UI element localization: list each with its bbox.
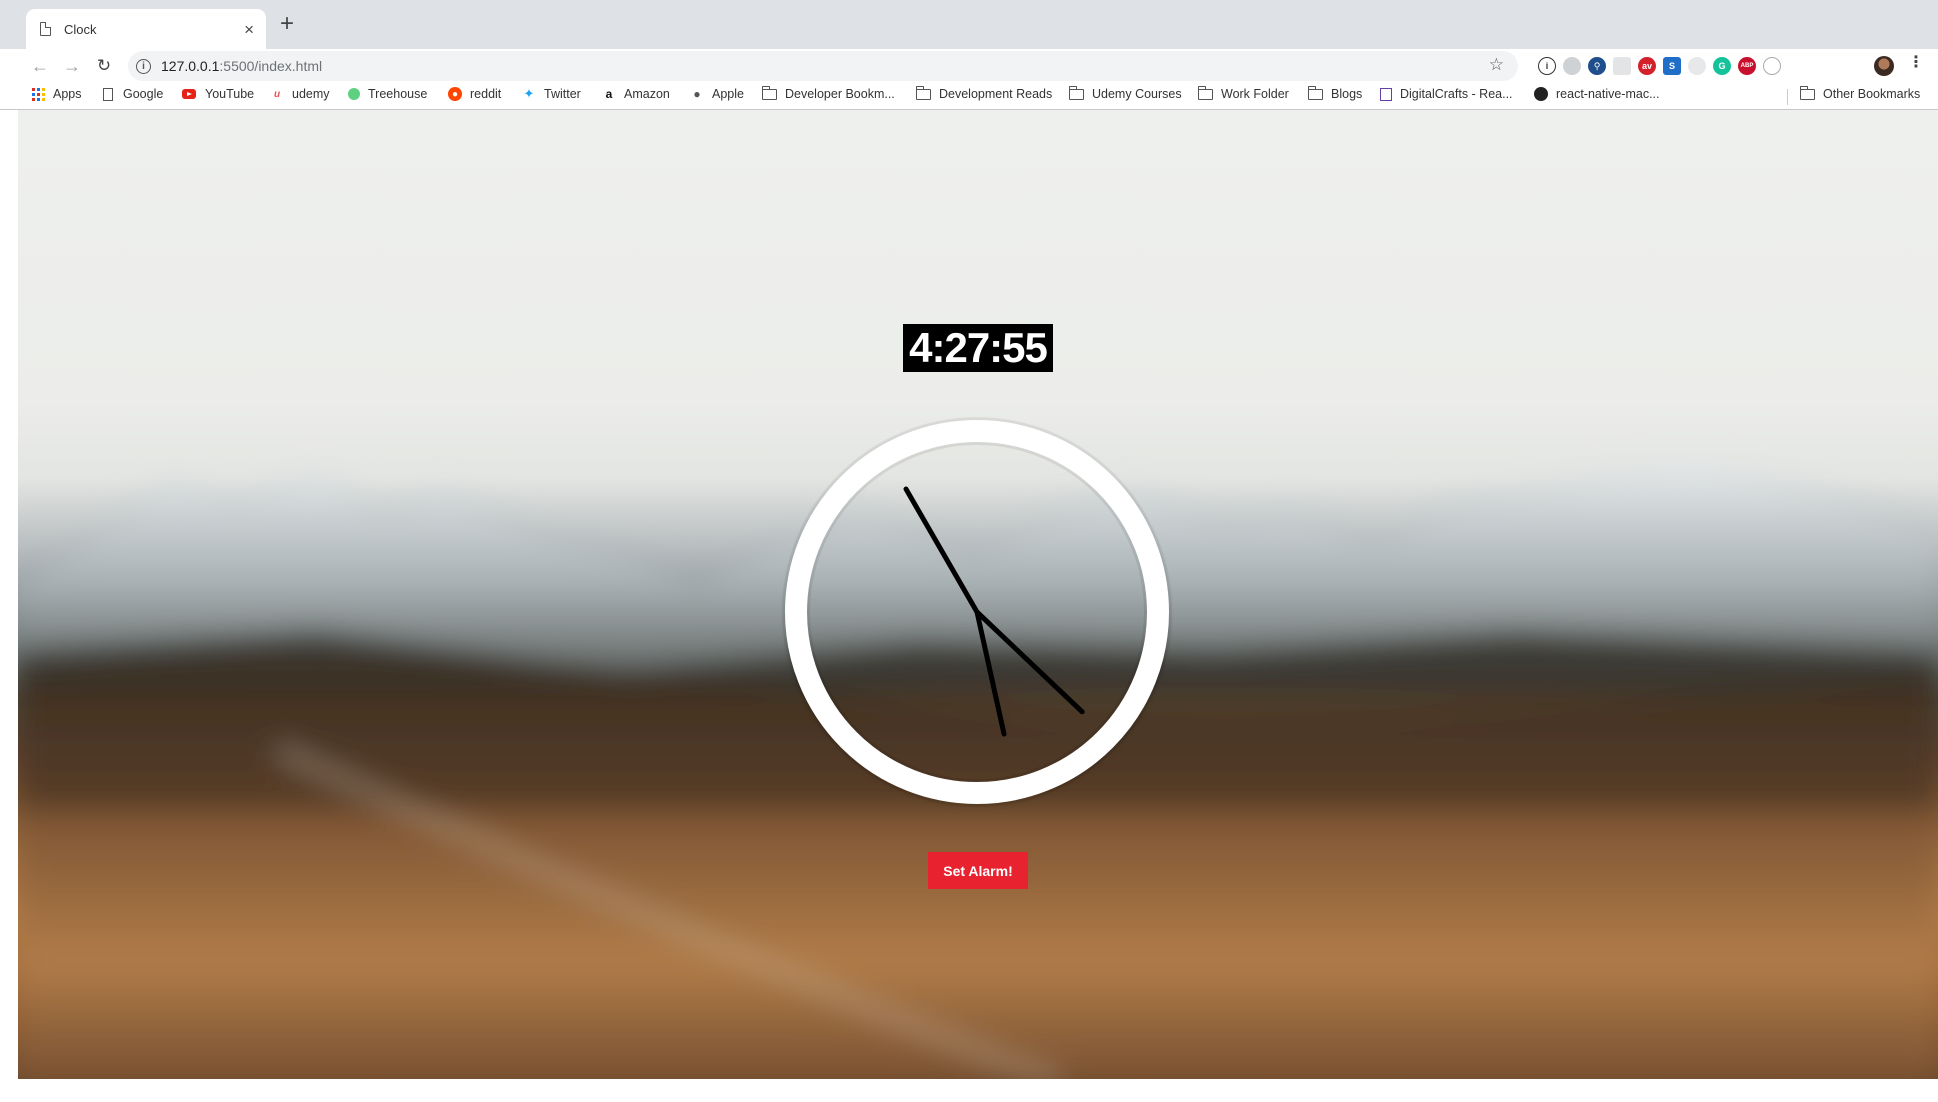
bookmark-reddit[interactable]: ● reddit: [448, 87, 501, 101]
twitter-icon: ✦: [523, 86, 535, 101]
clock-hands: [903, 486, 1085, 737]
profile-avatar[interactable]: [1874, 56, 1894, 76]
bookmark-folder-udemy-courses[interactable]: Udemy Courses: [1068, 85, 1182, 101]
folder-icon: [1197, 85, 1213, 100]
bookmark-label: udemy: [292, 87, 330, 101]
apps-icon: [32, 87, 45, 101]
bookmark-apple[interactable]: ● Apple: [690, 87, 744, 101]
github-icon: [1534, 87, 1548, 101]
youtube-icon: [182, 89, 196, 99]
extension-search-icon[interactable]: ⚲: [1588, 57, 1606, 75]
apple-icon: ●: [693, 87, 701, 101]
bookmark-folder-blogs[interactable]: Blogs: [1307, 85, 1363, 101]
folder-icon: [1068, 85, 1084, 100]
bookmark-star-icon[interactable]: ☆: [1489, 55, 1504, 75]
amazon-icon: a: [605, 87, 613, 101]
reload-icon[interactable]: ↻: [92, 54, 116, 78]
reddit-icon: ●: [448, 87, 462, 101]
bookmark-digitalcrafts[interactable]: DigitalCrafts - Rea...: [1380, 87, 1513, 101]
info-icon[interactable]: i: [136, 58, 151, 74]
url-path: :5500/index.html: [219, 58, 323, 74]
digital-time-display: 4:27:55: [903, 324, 1053, 372]
folder-icon: [761, 85, 777, 100]
extension-av-icon[interactable]: av: [1638, 57, 1656, 75]
folder-icon: [1307, 85, 1323, 100]
page-icon: [40, 22, 51, 36]
extension-cloud-icon[interactable]: [1563, 57, 1581, 75]
page-icon: [103, 87, 113, 101]
bookmark-apps[interactable]: Apps: [32, 87, 82, 101]
bookmark-twitter[interactable]: ✦ Twitter: [522, 86, 581, 101]
bookmark-other[interactable]: Other Bookmarks: [1799, 85, 1921, 101]
extension-circle-icon[interactable]: [1763, 57, 1781, 75]
bookmark-label: react-native-mac...: [1556, 87, 1660, 101]
bookmark-label: YouTube: [205, 87, 255, 101]
bookmark-label: Udemy Courses: [1092, 87, 1182, 101]
onepassword-icon[interactable]: i: [1538, 57, 1556, 75]
bookmarks-divider: [1787, 89, 1788, 105]
tab-close-icon[interactable]: ×: [244, 21, 254, 38]
bookmark-label: Development Reads: [939, 87, 1053, 101]
folder-icon: [1799, 85, 1815, 100]
new-tab-button[interactable]: +: [280, 12, 294, 36]
adblock-plus-icon[interactable]: ABP: [1738, 57, 1756, 75]
bookmark-google[interactable]: Google: [103, 87, 163, 101]
bookmark-label: Other Bookmarks: [1823, 87, 1921, 101]
set-alarm-button[interactable]: Set Alarm!: [928, 852, 1028, 889]
bookmarks-bar: Apps Google YouTube u udemy Treehouse ● …: [0, 84, 1938, 110]
grammarly-icon[interactable]: G: [1713, 57, 1731, 75]
bookmark-label: Developer Bookm...: [785, 87, 895, 101]
tab-strip: Clock × +: [0, 0, 1938, 49]
extensions-area: i ⚲ av S G ABP: [1538, 57, 1781, 75]
back-arrow-icon[interactable]: ←: [28, 54, 52, 78]
browser-chrome: Clock × + ← → ↻ i 127.0.0.1:5500/index.h…: [0, 0, 1938, 110]
bookmark-label: reddit: [470, 87, 502, 101]
extension-grid-icon[interactable]: [1613, 57, 1631, 75]
bookmark-youtube[interactable]: YouTube: [182, 87, 254, 101]
bookmark-label: Treehouse: [368, 87, 428, 101]
bookmark-udemy[interactable]: u udemy: [270, 87, 330, 101]
hour-hand: [974, 609, 1085, 715]
treehouse-icon: [348, 88, 360, 100]
minute-hand: [974, 609, 1007, 737]
extension-s-icon[interactable]: S: [1663, 57, 1681, 75]
bookmark-label: Work Folder: [1221, 87, 1289, 101]
twitch-icon: [1380, 87, 1392, 101]
bookmark-react-native[interactable]: react-native-mac...: [1534, 87, 1660, 101]
bookmark-label: Apps: [53, 87, 82, 101]
bookmark-label: Amazon: [624, 87, 670, 101]
bookmark-label: Twitter: [544, 87, 581, 101]
address-bar[interactable]: i 127.0.0.1:5500/index.html ☆: [128, 51, 1518, 81]
forward-arrow-icon[interactable]: →: [60, 54, 84, 78]
bookmark-folder-dev-reads[interactable]: Development Reads: [915, 85, 1053, 101]
bookmark-amazon[interactable]: a Amazon: [602, 87, 670, 101]
bookmark-label: Blogs: [1331, 87, 1363, 101]
browser-toolbar: ← → ↻ i 127.0.0.1:5500/index.html ☆ i ⚲ …: [0, 49, 1938, 84]
bookmark-label: DigitalCrafts - Rea...: [1400, 87, 1513, 101]
bookmark-folder-work[interactable]: Work Folder: [1197, 85, 1289, 101]
page-bottom-edge: [0, 1079, 1938, 1102]
browser-menu-icon[interactable]: ⋮: [1908, 55, 1924, 71]
bookmark-folder-developer[interactable]: Developer Bookm...: [761, 85, 895, 101]
udemy-icon: u: [273, 88, 281, 100]
url-host: 127.0.0.1: [161, 58, 220, 74]
second-hand: [903, 486, 980, 615]
folder-icon: [915, 85, 931, 100]
bookmark-label: Google: [123, 87, 164, 101]
bookmark-label: Apple: [712, 87, 744, 101]
extension-face-icon[interactable]: [1688, 57, 1706, 75]
tab-clock[interactable]: Clock ×: [26, 9, 266, 49]
bookmark-treehouse[interactable]: Treehouse: [348, 87, 427, 101]
tab-title: Clock: [64, 21, 97, 37]
